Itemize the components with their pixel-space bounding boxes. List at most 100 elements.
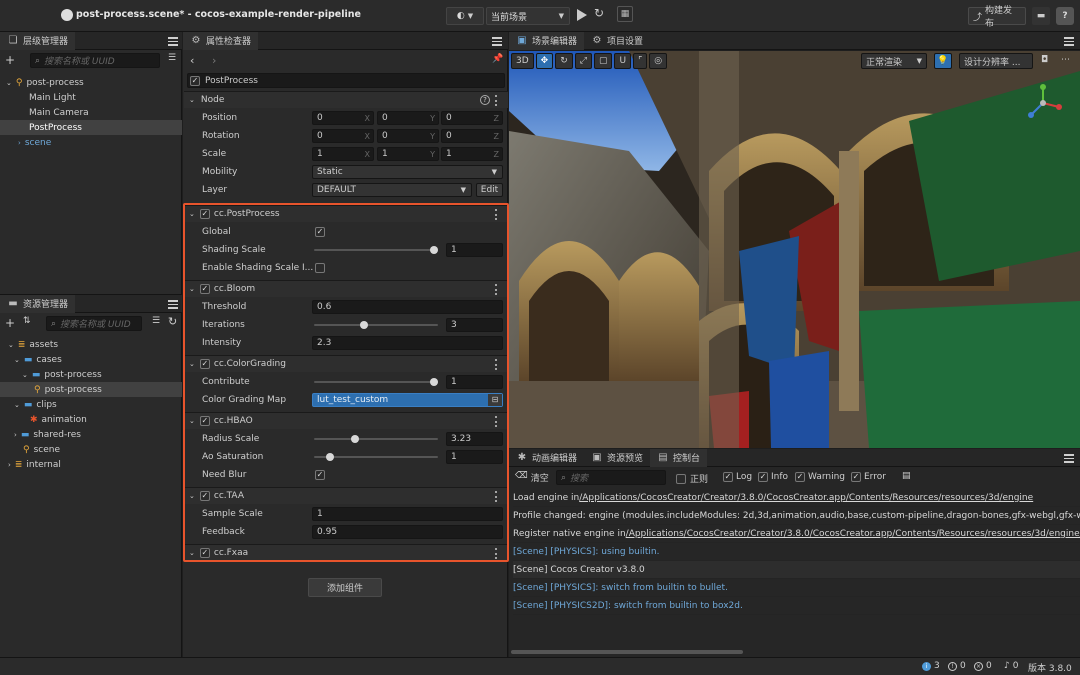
build-button[interactable]: ⤴ 构建发布 — [968, 6, 1026, 29]
warn-count[interactable]: ! 0 — [948, 661, 966, 671]
asset-item[interactable]: ⌄ ▬ cases — [0, 352, 182, 367]
forward-button[interactable]: › — [212, 54, 216, 67]
scale-z-input[interactable]: 1Z — [441, 147, 503, 161]
add-component-button[interactable]: 添加组件 — [308, 578, 382, 597]
taa-header[interactable]: ⌄ ✓ cc.TAA — [184, 487, 508, 504]
node-active-checkbox[interactable]: ✓ — [190, 75, 200, 86]
shading-scale-input[interactable]: 1 — [446, 243, 503, 257]
snap-button[interactable]: ⌜ — [633, 53, 648, 69]
more-icon[interactable] — [495, 416, 498, 427]
console-line[interactable]: [Scene] [PHYSICS]: using builtin. — [513, 543, 1080, 561]
tab-inspector[interactable]: ⚙ 属性检查器 — [183, 31, 259, 50]
add-asset-button[interactable]: + — [5, 316, 15, 330]
ao-saturation-input[interactable]: 1 — [446, 450, 503, 464]
folder-button[interactable]: ▬ — [1032, 7, 1050, 25]
log-link[interactable]: /Applications/CocosCreator/Creator/3.8.0… — [626, 529, 1080, 539]
tab-asset-preview[interactable]: ▣ 资源预览 — [584, 449, 650, 467]
postprocess-header[interactable]: ⌄ ✓ cc.PostProcess — [184, 205, 508, 222]
colorgrading-header[interactable]: ⌄ ✓ cc.ColorGrading — [184, 355, 508, 372]
hbao-header[interactable]: ⌄ ✓ cc.HBAO — [184, 412, 508, 429]
menu-icon[interactable] — [1064, 452, 1074, 463]
asset-item[interactable]: ⚲ post-process — [0, 382, 182, 397]
asset-item[interactable]: › ≣ internal — [0, 457, 182, 472]
notification-count[interactable]: ♪ 0 — [1004, 661, 1018, 671]
iterations-input[interactable]: 3 — [446, 318, 503, 332]
asset-item[interactable]: ⌄ ▬ post-process — [0, 367, 182, 382]
sort-button[interactable]: ⇅ — [23, 316, 31, 326]
layer-select[interactable]: DEFAULT ▼ — [312, 183, 472, 197]
menu-icon[interactable] — [1064, 35, 1074, 46]
tree-item-main-camera[interactable]: Main Camera — [0, 105, 182, 120]
layer-edit-button[interactable]: Edit — [476, 183, 503, 197]
scale-tool-button[interactable]: ⤢ — [574, 53, 592, 69]
filter-log[interactable]: ✓ Log — [723, 472, 752, 482]
rect-tool-button[interactable]: ▢ — [593, 53, 613, 69]
enable-shading-checkbox[interactable] — [315, 263, 325, 273]
console-line[interactable]: [Scene] [PHYSICS2D]: switch from builtin… — [513, 597, 1080, 615]
position-z-input[interactable]: 0Z — [441, 111, 503, 125]
asset-item[interactable]: › ▬ shared-res — [0, 427, 182, 442]
sample-scale-input[interactable]: 1 — [312, 507, 503, 521]
light-toggle-button[interactable]: 💡 — [934, 53, 952, 69]
rotation-z-input[interactable]: 0Z — [441, 129, 503, 143]
component-enable-checkbox[interactable]: ✓ — [199, 209, 210, 219]
asset-item[interactable]: ⌄ ≣ assets — [0, 337, 182, 352]
clear-button[interactable]: ⌫ 清空 — [515, 471, 549, 484]
scale-x-input[interactable]: 1X — [312, 147, 374, 161]
component-enable-checkbox[interactable]: ✓ — [199, 548, 210, 558]
info-count[interactable]: i3 — [922, 661, 940, 671]
asset-item[interactable]: ⚲ scene — [0, 442, 182, 457]
menu-icon[interactable] — [168, 35, 178, 46]
rotation-x-input[interactable]: 0X — [312, 129, 374, 143]
asset-item[interactable]: ✱ animation — [0, 412, 182, 427]
refresh-button[interactable]: ↻ — [594, 6, 604, 20]
camera-icon[interactable]: ◘ — [1041, 55, 1048, 65]
tree-item-root[interactable]: ⌄ ⚲ post-process — [0, 75, 182, 90]
shading-scale-slider[interactable] — [314, 246, 438, 254]
more-icon[interactable] — [495, 359, 498, 370]
scene-select[interactable]: 当前场景 ▼ — [486, 7, 570, 25]
log-link[interactable]: /Applications/CocosCreator/Creator/3.8.0… — [579, 493, 1033, 503]
ao-saturation-slider[interactable] — [314, 453, 438, 461]
intensity-input[interactable]: 2.3 — [312, 336, 503, 350]
scale-y-input[interactable]: 1Y — [377, 147, 439, 161]
console-line[interactable]: Profile changed: engine (modules.include… — [513, 507, 1080, 525]
slider-knob[interactable] — [430, 246, 438, 254]
more-icon[interactable] — [495, 95, 498, 106]
back-button[interactable]: ‹ — [190, 54, 194, 67]
feedback-input[interactable]: 0.95 — [312, 525, 503, 539]
pin-icon[interactable]: 📌 — [492, 54, 503, 64]
need-blur-checkbox[interactable]: ✓ — [315, 470, 325, 480]
scene-icon-button[interactable]: ◐ ▼ — [446, 7, 484, 25]
rotation-y-input[interactable]: 0Y — [377, 129, 439, 143]
radius-scale-input[interactable]: 3.23 — [446, 432, 503, 446]
tab-scene-editor[interactable]: ▣ 场景编辑器 — [509, 31, 585, 50]
more-icon[interactable] — [495, 491, 498, 502]
node-name-input[interactable]: ✓ PostProcess — [187, 73, 505, 88]
axis-gizmo[interactable] — [1021, 81, 1065, 125]
filter-error[interactable]: ✓ Error — [851, 472, 886, 482]
component-enable-checkbox[interactable]: ✓ — [199, 416, 210, 426]
tree-item-main-light[interactable]: Main Light — [0, 90, 182, 105]
lock-icon[interactable]: ⊟ — [488, 394, 502, 406]
slider-knob[interactable] — [430, 378, 438, 386]
filter-info[interactable]: ✓ Info — [758, 472, 788, 482]
more-icon[interactable] — [495, 209, 498, 220]
grid-button[interactable]: ▦ — [617, 6, 633, 22]
resolution-select[interactable]: 设计分辨率 ... — [959, 53, 1033, 69]
assets-search-input[interactable]: ⌕ 搜索名称或 UUID — [46, 316, 142, 331]
move-tool-button[interactable]: ✥ — [535, 53, 554, 69]
help-icon[interactable]: ? — [480, 95, 490, 105]
mode-3d-button[interactable]: 3D — [511, 53, 534, 69]
add-node-button[interactable]: + — [5, 53, 15, 67]
gizmo-button[interactable]: ◎ — [649, 53, 668, 69]
tree-item-postprocess[interactable]: PostProcess — [0, 120, 182, 135]
menu-icon[interactable] — [492, 35, 502, 46]
contribute-slider[interactable] — [314, 378, 438, 386]
console-line[interactable]: Load engine in /Applications/CocosCreato… — [513, 489, 1080, 507]
transform-tool-button[interactable]: U — [614, 53, 632, 69]
rotate-tool-button[interactable]: ↻ — [555, 53, 573, 69]
play-button[interactable] — [577, 9, 587, 21]
tab-assets[interactable]: ▬ 资源管理器 — [0, 294, 76, 313]
color-grading-map-field[interactable]: lut_test_custom ⊟ — [312, 393, 503, 407]
